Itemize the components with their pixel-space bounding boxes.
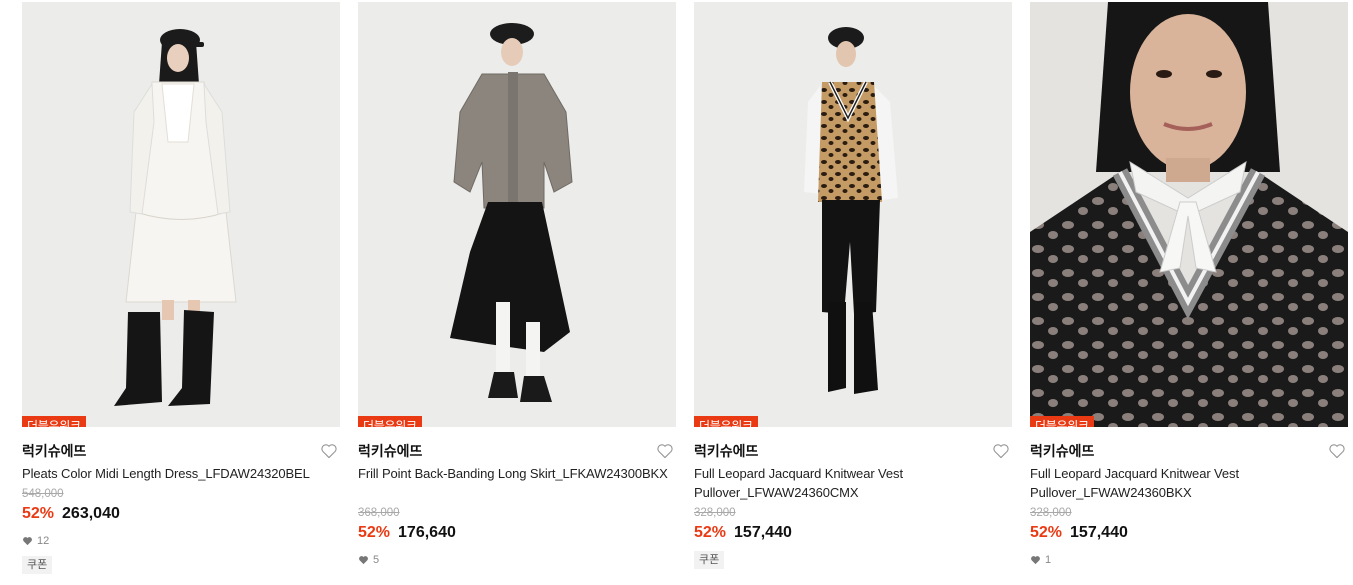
sale-price: 263,040 (62, 505, 120, 522)
original-price: 328,000 (1030, 507, 1072, 519)
product-image[interactable]: 더블유위크 (22, 2, 340, 427)
product-photo-leopard-vest (694, 2, 1012, 427)
event-badge: 더블유위크 (22, 416, 86, 427)
heart-filled-icon (23, 537, 32, 546)
brand-name[interactable]: 럭키슈에뜨 (1030, 443, 1094, 459)
product-photo-dress (22, 2, 340, 427)
heart-filled-icon (359, 556, 368, 565)
price-row: 52% 157,440 (694, 523, 1012, 543)
product-image[interactable]: 더블유위크 (694, 2, 1012, 427)
like-count-value: 12 (37, 535, 50, 547)
product-image[interactable]: 더블유위크 (358, 2, 676, 427)
brand-name[interactable]: 럭키슈에뜨 (22, 443, 86, 459)
heart-filled-icon (1031, 556, 1040, 565)
like-count: 1 (1030, 553, 1348, 567)
event-badge: 더블유위크 (694, 416, 758, 427)
heart-outline-icon[interactable] (992, 443, 1010, 459)
product-card[interactable]: 더블유위크 럭키슈에뜨 Full Leopard Jacquard Knitwe… (694, 2, 1012, 585)
original-price: 548,000 (22, 488, 64, 500)
brand-name[interactable]: 럭키슈에뜨 (358, 443, 422, 459)
product-name[interactable]: Full Leopard Jacquard Knitwear Vest Pull… (1030, 464, 1348, 504)
event-badge: 더블유위크 (1030, 416, 1094, 427)
heart-outline-icon[interactable] (320, 443, 338, 459)
coupon-tag: 쿠폰 (22, 556, 53, 574)
price-row: 52% 157,440 (1030, 523, 1348, 543)
product-photo-skirt (358, 2, 676, 427)
price-row: 52% 176,640 (358, 523, 676, 543)
product-card[interactable]: 더블유위크 럭키슈에뜨 Full Leopard Jacquard Knitwe… (1030, 2, 1348, 585)
product-name[interactable]: Full Leopard Jacquard Knitwear Vest Pull… (694, 464, 1012, 504)
product-grid: 더블유위크 럭키슈에뜨 Pleats Color Midi Length Dre… (22, 2, 1353, 585)
discount-rate: 52% (1030, 524, 1063, 541)
discount-rate: 52% (358, 524, 391, 541)
product-photo-leopard-vest-closeup (1030, 2, 1348, 427)
original-price: 368,000 (358, 507, 400, 519)
brand-row: 럭키슈에뜨 (694, 442, 1012, 466)
like-count-value: 1 (1045, 554, 1052, 566)
original-price: 328,000 (694, 507, 736, 519)
heart-outline-icon[interactable] (656, 443, 674, 459)
sale-price: 176,640 (398, 524, 456, 541)
product-card[interactable]: 더블유위크 럭키슈에뜨 Pleats Color Midi Length Dre… (22, 2, 340, 585)
sale-price: 157,440 (734, 524, 792, 541)
product-name[interactable]: Frill Point Back-Banding Long Skirt_LFKA… (358, 464, 676, 504)
like-count: 12 (22, 534, 340, 548)
product-card[interactable]: 더블유위크 럭키슈에뜨 Frill Point Back-Banding Lon… (358, 2, 676, 585)
product-name[interactable]: Pleats Color Midi Length Dress_LFDAW2432… (22, 464, 340, 485)
discount-rate: 52% (22, 505, 55, 522)
event-badge: 더블유위크 (358, 416, 422, 427)
sale-price: 157,440 (1070, 524, 1128, 541)
brand-row: 럭키슈에뜨 (1030, 442, 1348, 466)
discount-rate: 52% (694, 524, 727, 541)
brand-row: 럭키슈에뜨 (358, 442, 676, 466)
price-row: 52% 263,040 (22, 504, 340, 524)
brand-name[interactable]: 럭키슈에뜨 (694, 443, 758, 459)
like-count: 5 (358, 553, 676, 567)
coupon-tag: 쿠폰 (694, 551, 725, 569)
brand-row: 럭키슈에뜨 (22, 442, 340, 466)
like-count-value: 5 (373, 554, 380, 566)
heart-outline-icon[interactable] (1328, 443, 1346, 459)
product-image[interactable]: 더블유위크 (1030, 2, 1348, 427)
